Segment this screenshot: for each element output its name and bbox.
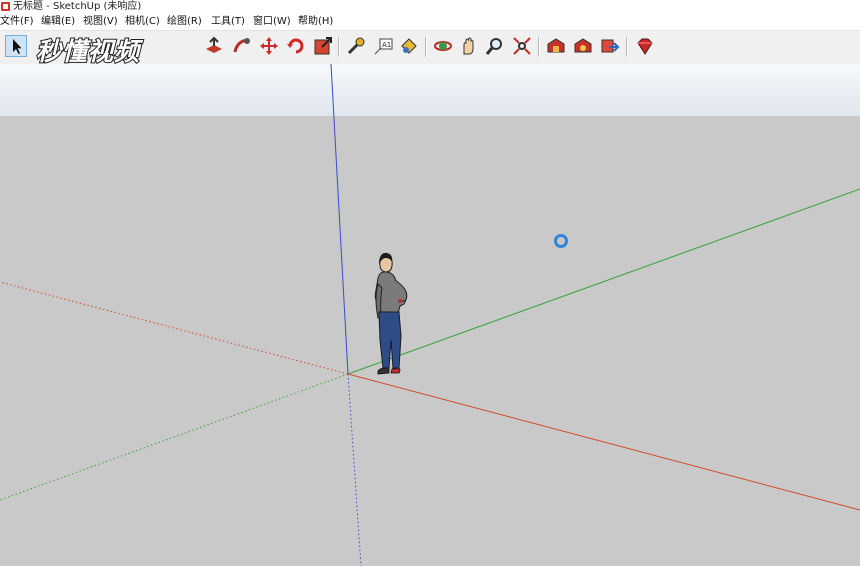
blue-axis-negative: [347, 373, 362, 566]
scale-figure[interactable]: [374, 252, 408, 375]
cursor-indicator: [554, 234, 568, 248]
green-axis-negative: [0, 373, 349, 501]
blue-axis-positive: [330, 63, 349, 375]
green-axis-positive: [347, 188, 860, 375]
red-axis-negative: [0, 281, 349, 375]
drawing-viewport[interactable]: [0, 0, 860, 566]
red-axis-positive: [347, 373, 860, 511]
